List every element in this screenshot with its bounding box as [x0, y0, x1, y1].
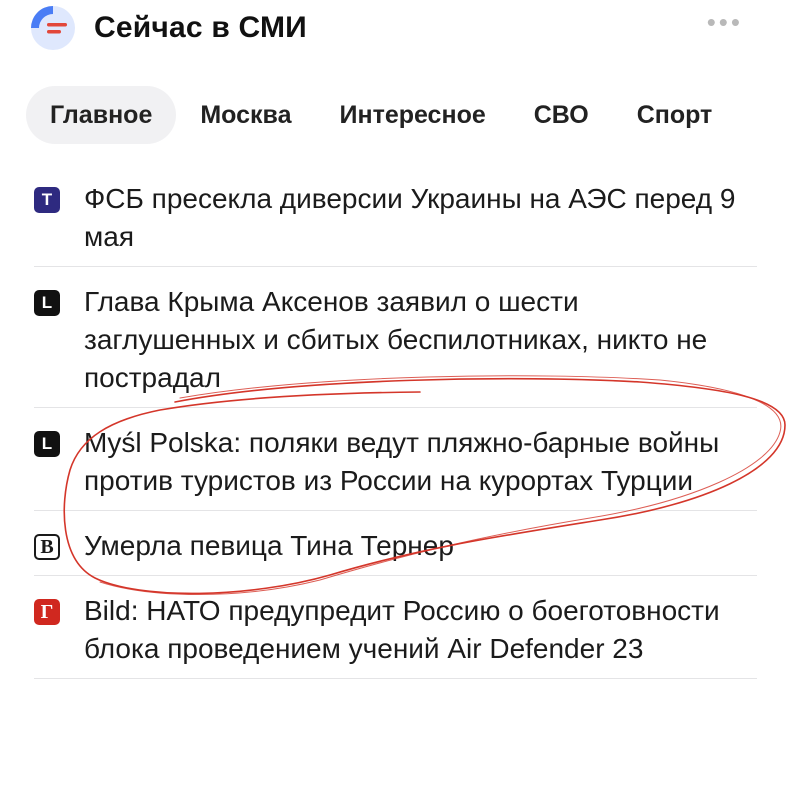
smi-logo-icon — [30, 5, 76, 51]
tab-interesting[interactable]: Интересное — [316, 86, 510, 144]
news-headline[interactable]: Myśl Polska: поляки ведут пляжно-барные … — [84, 424, 744, 500]
news-headline[interactable]: Глава Крыма Аксенов заявил о шести заглу… — [84, 283, 744, 397]
news-item[interactable]: Г Bild: НАТО предупредит Россию о боегот… — [34, 576, 757, 679]
category-tabs: Главное Москва Интересное СВО Спорт — [26, 86, 787, 144]
news-item[interactable]: L Myśl Polska: поляки ведут пляжно-барны… — [34, 408, 757, 511]
news-headline[interactable]: ФСБ пресекла диверсии Украины на АЭС пер… — [84, 180, 744, 256]
tab-sport[interactable]: Спорт — [613, 86, 737, 144]
app-header: Сейчас в СМИ ••• — [30, 4, 757, 52]
news-headline[interactable]: Умерла певица Тина Тернер — [84, 527, 744, 565]
tab-main[interactable]: Главное — [26, 86, 177, 144]
source-logo-icon: L — [34, 290, 60, 316]
more-options-icon[interactable]: ••• — [707, 9, 743, 35]
page-title: Сейчас в СМИ — [94, 11, 307, 44]
news-item[interactable]: B Умерла певица Тина Тернер — [34, 511, 757, 576]
source-logo-icon: Т — [34, 187, 60, 213]
tab-svo[interactable]: СВО — [510, 86, 613, 144]
source-logo-icon: B — [34, 534, 60, 560]
news-list: Т ФСБ пресекла диверсии Украины на АЭС п… — [34, 168, 757, 679]
source-logo-icon: L — [34, 431, 60, 457]
news-item[interactable]: Т ФСБ пресекла диверсии Украины на АЭС п… — [34, 168, 757, 267]
news-item[interactable]: L Глава Крыма Аксенов заявил о шести заг… — [34, 267, 757, 408]
source-logo-icon: Г — [34, 599, 60, 625]
news-headline[interactable]: Bild: НАТО предупредит Россию о боеготов… — [84, 592, 744, 668]
tab-moscow[interactable]: Москва — [176, 86, 315, 144]
